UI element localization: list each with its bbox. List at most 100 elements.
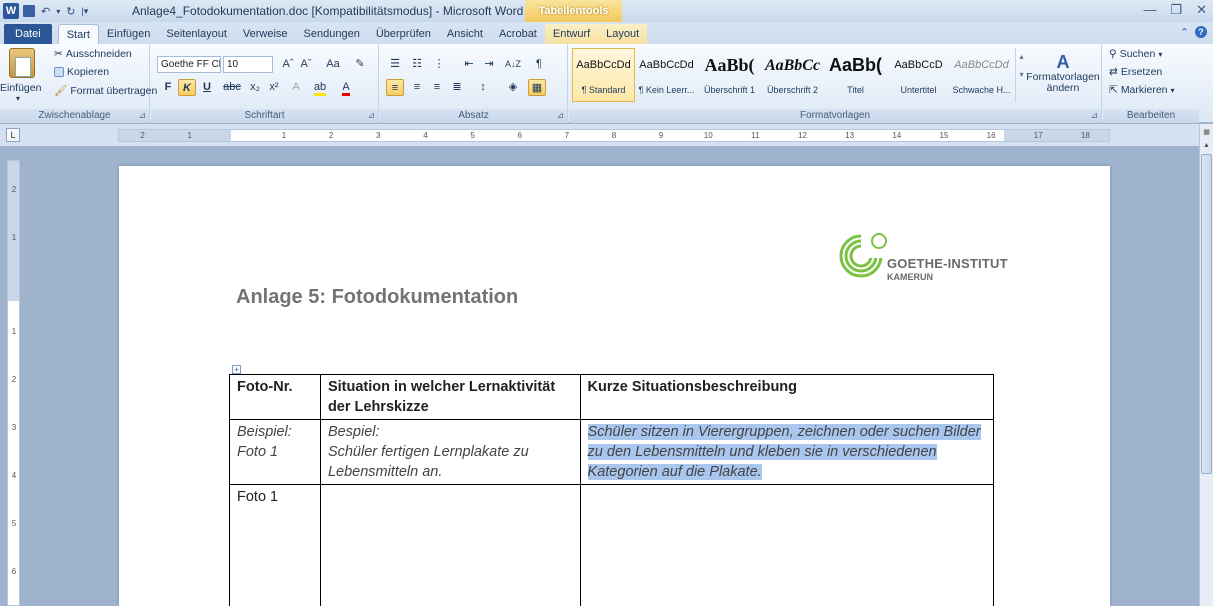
minimize-ribbon-icon[interactable]: ⌃ (1180, 26, 1189, 39)
paste-icon[interactable] (9, 48, 35, 78)
tab-insert[interactable]: Einfügen (99, 24, 158, 44)
subscript-button[interactable]: x₂ (246, 79, 264, 96)
style-standard[interactable]: AaBbCcDd ¶ Standard (572, 48, 635, 102)
clipboard-launcher-icon[interactable]: ⊿ (138, 110, 146, 121)
borders-icon[interactable]: ▦ (528, 79, 546, 96)
table-cell[interactable]: Beispiel: Foto 1 (229, 419, 321, 485)
undo-icon[interactable]: ↶ (41, 5, 50, 18)
copy-button[interactable]: Kopieren (54, 66, 109, 78)
vertical-scrollbar[interactable]: ▦ ▲ (1199, 124, 1213, 606)
table-cell[interactable]: Bespiel: Schüler fertigen Lernplakate zu… (319, 419, 581, 485)
horizontal-ruler[interactable]: 2 1 1 2 3 4 5 6 7 8 9 10 11 12 13 14 15 16 17 18 (118, 129, 1110, 142)
tab-references[interactable]: Verweise (235, 24, 296, 44)
tab-page-layout[interactable]: Seitenlayout (158, 24, 235, 44)
multilevel-list-icon[interactable]: ⋮ (430, 56, 448, 73)
document-title[interactable]: Anlage 5: Fotodokumentation (236, 286, 518, 309)
tab-mailings[interactable]: Sendungen (296, 24, 368, 44)
help-icon[interactable]: ? (1195, 26, 1207, 38)
tab-review[interactable]: Überprüfen (368, 24, 439, 44)
styles-group-label: Formatvorlagen (569, 109, 1101, 123)
font-color-icon[interactable]: A (337, 79, 355, 96)
highlight-icon[interactable]: ab (311, 79, 329, 96)
table-cell[interactable] (319, 484, 581, 606)
style-heading-1[interactable]: AaBb( Überschrift 1 (698, 48, 761, 102)
show-formatting-button[interactable]: ¶ (530, 56, 548, 73)
style-heading-2[interactable]: AaBbCc Überschrift 2 (761, 48, 824, 102)
superscript-button[interactable]: x² (265, 79, 283, 96)
sort-button[interactable]: A↓Z (504, 56, 522, 73)
scrollbar-thumb[interactable] (1201, 154, 1212, 474)
tab-file[interactable]: Datei (4, 24, 52, 44)
underline-button[interactable]: U (198, 79, 216, 96)
paragraph-launcher-icon[interactable]: ⊿ (556, 110, 564, 121)
find-button[interactable]: ⚲ Suchen ▾ (1109, 48, 1162, 60)
tab-layout[interactable]: Layout (598, 24, 648, 44)
align-left-icon[interactable]: ≡ (386, 79, 404, 96)
style-title[interactable]: AaBb( Titel (824, 48, 887, 102)
shading-icon[interactable]: ◈ (504, 79, 522, 96)
tab-view[interactable]: Ansicht (439, 24, 491, 44)
cut-button[interactable]: ✂ Ausschneiden (54, 48, 132, 60)
photo-documentation-table[interactable]: Foto-Nr. Situation in welcher Lernaktivi… (229, 374, 995, 606)
style-subtle-emphasis[interactable]: AaBbCcDd Schwache H... (950, 48, 1013, 102)
vruler-label: 2 (11, 375, 17, 384)
font-name-combo[interactable]: Goethe FF Cl (157, 56, 221, 73)
minimize-icon[interactable]: — (1143, 2, 1156, 18)
align-right-icon[interactable]: ≡ (428, 79, 446, 96)
restore-icon[interactable]: ❐ (1170, 2, 1182, 18)
vertical-ruler[interactable]: 2 1 1 2 3 4 5 6 (7, 160, 20, 606)
shrink-font-button[interactable]: Aˇ (297, 56, 315, 73)
text-effects-icon[interactable]: A (287, 79, 305, 96)
bold-button[interactable]: F (159, 79, 177, 96)
clear-formatting-icon[interactable]: ✎ (351, 56, 369, 73)
styles-launcher-icon[interactable]: ⊿ (1090, 110, 1098, 121)
customize-qat-icon[interactable]: |▾ (81, 6, 88, 17)
select-label: Markieren (1120, 84, 1168, 96)
view-ruler-icon[interactable]: ▦ (1201, 128, 1212, 140)
table-cell[interactable] (579, 484, 995, 606)
style-subtitle[interactable]: AaBbCcD Untertitel (887, 48, 950, 102)
document-page[interactable]: GOETHE-INSTITUT KAMERUN Anlage 5: Fotodo… (119, 166, 1110, 606)
replace-icon: ⇄ (1109, 66, 1118, 78)
justify-icon[interactable]: ≣ (448, 79, 466, 96)
styles-gallery-scroll[interactable]: ▴ ▾ (1015, 48, 1027, 102)
selected-text[interactable]: Schüler sitzen in Vierergruppen, zeichne… (587, 424, 981, 480)
tab-selector-icon[interactable]: L (6, 128, 20, 142)
tab-acrobat[interactable]: Acrobat (491, 24, 545, 44)
paste-button[interactable]: Einfügen (0, 82, 41, 94)
replace-button[interactable]: ⇄ Ersetzen (1109, 66, 1162, 78)
undo-dropdown-icon[interactable]: ▾ (56, 7, 60, 16)
strikethrough-button[interactable]: abc (221, 79, 243, 96)
copy-label: Kopieren (67, 66, 110, 78)
change-case-button[interactable]: Aa (321, 56, 345, 73)
redo-icon[interactable]: ↻ (66, 5, 75, 18)
font-launcher-icon[interactable]: ⊿ (367, 110, 375, 121)
italic-button[interactable]: K (178, 79, 196, 96)
grow-font-button[interactable]: Aˆ (279, 56, 297, 73)
table-cell[interactable]: Schüler sitzen in Vierergruppen, zeichne… (579, 419, 995, 485)
paste-dropdown-icon[interactable]: ▾ (16, 94, 20, 103)
format-painter-button[interactable]: 🖌 Format übertragen (54, 84, 157, 98)
table-tools-context-label: Tabellentools (525, 0, 622, 22)
style-no-spacing[interactable]: AaBbCcDd ¶ Kein Leerr... (635, 48, 698, 102)
font-size-combo[interactable]: 10 (223, 56, 273, 73)
header-cell[interactable]: Kurze Situationsbeschreibung (579, 374, 995, 420)
table-move-handle-icon[interactable]: + (232, 365, 241, 374)
decrease-indent-icon[interactable]: ⇤ (460, 56, 478, 73)
scroll-up-icon[interactable]: ▲ (1201, 142, 1212, 154)
close-icon[interactable]: ✕ (1196, 2, 1207, 18)
line-spacing-icon[interactable]: ↕ (474, 79, 492, 96)
change-styles-button[interactable]: A Formatvorlagen ändern (1026, 52, 1100, 94)
align-center-icon[interactable]: ≡ (408, 79, 426, 96)
header-cell[interactable]: Situation in welcher Lernaktivität der L… (319, 374, 581, 420)
bullets-icon[interactable]: ☰ (386, 56, 404, 73)
tab-start[interactable]: Start (57, 24, 99, 44)
numbering-icon[interactable]: ☷ (408, 56, 426, 73)
save-icon[interactable] (23, 5, 35, 17)
select-button[interactable]: ⇱ Markieren ▾ (1109, 84, 1175, 96)
tab-design[interactable]: Entwurf (544, 24, 599, 44)
table-cell[interactable]: Foto 1 (229, 484, 321, 606)
word-app-icon[interactable]: W (3, 3, 19, 19)
header-cell[interactable]: Foto-Nr. (229, 374, 321, 420)
increase-indent-icon[interactable]: ⇥ (480, 56, 498, 73)
